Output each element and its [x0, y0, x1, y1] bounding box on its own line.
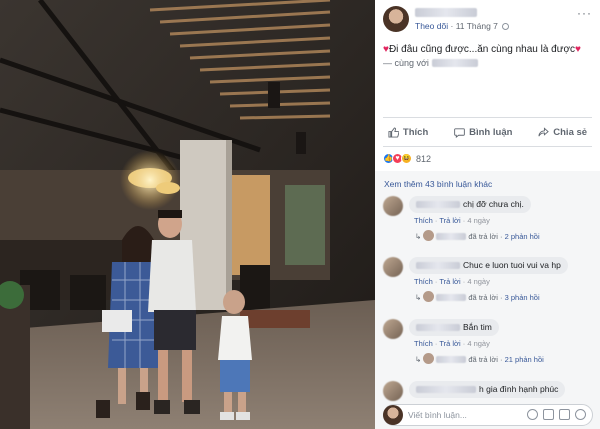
commenter-name-blurred[interactable] — [416, 324, 460, 331]
like-button[interactable]: Thích — [388, 127, 428, 138]
meta-separator: · — [450, 21, 454, 31]
view-replies-link[interactable]: ↳ đã trả lời · 3 phản hồi — [415, 291, 540, 302]
replier-name-blurred — [436, 233, 467, 240]
commenter-name-blurred[interactable] — [416, 201, 460, 208]
commenter-avatar[interactable] — [383, 381, 403, 401]
comment-bubble: Chuc e luon tuoi vui va hp — [409, 257, 568, 274]
meta-dot: · — [462, 339, 466, 348]
reply-arrow-icon: ↳ — [415, 232, 422, 241]
post-side-panel: Theo dõi · 11 Tháng 7 ··· ♥Đi đâu cũng đ… — [375, 0, 600, 429]
comment-text: chị đỡ chưa chị. — [463, 199, 524, 209]
reply-arrow-icon: ↳ — [415, 293, 422, 302]
view-replies-link[interactable]: ↳ đã trả lời · 21 phản hồi — [415, 353, 544, 364]
replier-name-blurred — [436, 294, 467, 301]
commenter-name-blurred[interactable] — [416, 386, 476, 393]
comment-meta: Thích · Trả lời · 4 ngày — [414, 339, 490, 348]
gif-icon[interactable] — [559, 409, 570, 420]
comment-bubble: h gia đình hạnh phúc — [409, 381, 566, 398]
comment-bubble: chị đỡ chưa chị. — [409, 196, 531, 213]
camera-icon[interactable] — [543, 409, 554, 420]
comment-time[interactable]: 4 ngày — [467, 339, 490, 348]
meta-dot: · — [434, 277, 438, 286]
post-photo[interactable] — [0, 0, 375, 429]
tagged-with: — cùng với — [383, 58, 478, 68]
composer-tools — [527, 409, 586, 420]
replied-text: đã trả lời — [468, 293, 498, 302]
tagged-name-blurred[interactable] — [431, 59, 478, 67]
replier-name-blurred — [436, 356, 467, 363]
share-label: Chia sẻ — [553, 126, 588, 138]
replied-text: đã trả lời — [468, 355, 498, 364]
comment-meta: Thích · Trả lời · 4 ngày — [414, 277, 490, 286]
post-caption: ♥Đi đâu cũng được...ăn cùng nhau là được… — [383, 44, 581, 55]
restaurant-photo — [0, 0, 375, 429]
replier-avatar — [423, 230, 435, 241]
comment-composer — [383, 404, 593, 426]
post-header: Theo dõi · 11 Tháng 7 ··· — [375, 0, 600, 36]
comment-reply-link[interactable]: Trả lời — [439, 339, 460, 348]
replier-avatar — [423, 291, 435, 302]
reaction-summary[interactable]: 👍 ♥ 😆 812 — [383, 153, 431, 164]
meta-dot: · — [462, 277, 466, 286]
haha-reaction-icon: 😆 — [401, 153, 412, 164]
reply-count: 3 phản hồi — [504, 293, 540, 302]
comment-reply-link[interactable]: Trả lời — [439, 277, 460, 286]
meta-dot: · — [500, 232, 503, 241]
author-avatar[interactable] — [383, 6, 409, 32]
meta-dot: · — [462, 216, 466, 225]
with-prefix: — cùng với — [383, 58, 429, 68]
reply-count: 2 phản hồi — [504, 232, 540, 241]
caption-text: Đi đâu cũng được...ăn cùng nhau là được — [388, 44, 575, 55]
comment-reply-link[interactable]: Trả lời — [439, 216, 460, 225]
comment-bubble: Bắn tim — [409, 319, 499, 336]
sticker-icon[interactable] — [575, 409, 586, 420]
reply-arrow-icon: ↳ — [415, 355, 422, 364]
comment-text: Chuc e luon tuoi vui va hp — [463, 260, 561, 270]
commenter-avatar[interactable] — [383, 257, 403, 277]
comment-label: Bình luận — [469, 126, 513, 138]
comment-time[interactable]: 4 ngày — [467, 216, 490, 225]
view-more-comments-link[interactable]: Xem thêm 43 bình luận khác — [384, 179, 492, 189]
share-arrow-icon — [538, 126, 550, 136]
emoji-icon[interactable] — [527, 409, 538, 420]
more-options-icon[interactable]: ··· — [577, 6, 592, 20]
comment-meta: Thích · Trả lời · 4 ngày — [414, 216, 490, 225]
globe-icon — [502, 23, 510, 30]
commenter-avatar[interactable] — [383, 196, 403, 216]
comment-button[interactable]: Bình luận — [454, 127, 512, 138]
share-button[interactable]: Chia sẻ — [538, 127, 587, 138]
post-meta: Theo dõi · 11 Tháng 7 — [415, 21, 510, 31]
post-date[interactable]: 11 Tháng 7 — [456, 21, 498, 31]
commenter-name-blurred[interactable] — [416, 262, 460, 269]
meta-dot: · — [500, 293, 503, 302]
divider — [383, 117, 592, 118]
comment-text: Bắn tim — [463, 322, 492, 332]
meta-dot: · — [434, 216, 438, 225]
current-user-avatar — [383, 405, 403, 425]
comment-bubble-icon — [454, 127, 465, 138]
view-replies-link[interactable]: ↳ đã trả lời · 2 phản hồi — [415, 230, 540, 241]
comment-time[interactable]: 4 ngày — [467, 277, 490, 286]
photo-viewer: Theo dõi · 11 Tháng 7 ··· ♥Đi đâu cũng đ… — [0, 0, 600, 429]
comment-input[interactable] — [408, 408, 518, 422]
commenter-avatar[interactable] — [383, 319, 403, 339]
follow-link[interactable]: Theo dõi — [415, 21, 448, 31]
reply-count: 21 phản hồi — [504, 355, 544, 364]
comments-section: Xem thêm 43 bình luận khác chị đỡ chưa c… — [375, 171, 600, 429]
comment-like-link[interactable]: Thích — [414, 277, 433, 286]
meta-dot: · — [434, 339, 438, 348]
author-name-blurred[interactable] — [415, 8, 477, 17]
comment-like-link[interactable]: Thích — [414, 216, 433, 225]
replied-text: đã trả lời — [468, 232, 498, 241]
reaction-count: 812 — [416, 153, 432, 164]
thumbs-up-icon — [388, 126, 399, 138]
comment-text: h gia đình hạnh phúc — [479, 384, 559, 394]
replier-avatar — [423, 353, 435, 364]
like-label: Thích — [402, 126, 429, 138]
divider — [383, 146, 592, 147]
meta-dot: · — [500, 355, 503, 364]
heart-emoji-icon: ♥ — [575, 44, 581, 55]
comment-like-link[interactable]: Thích — [414, 339, 433, 348]
post-actions: Thích Bình luận Chia sẻ — [375, 122, 600, 142]
